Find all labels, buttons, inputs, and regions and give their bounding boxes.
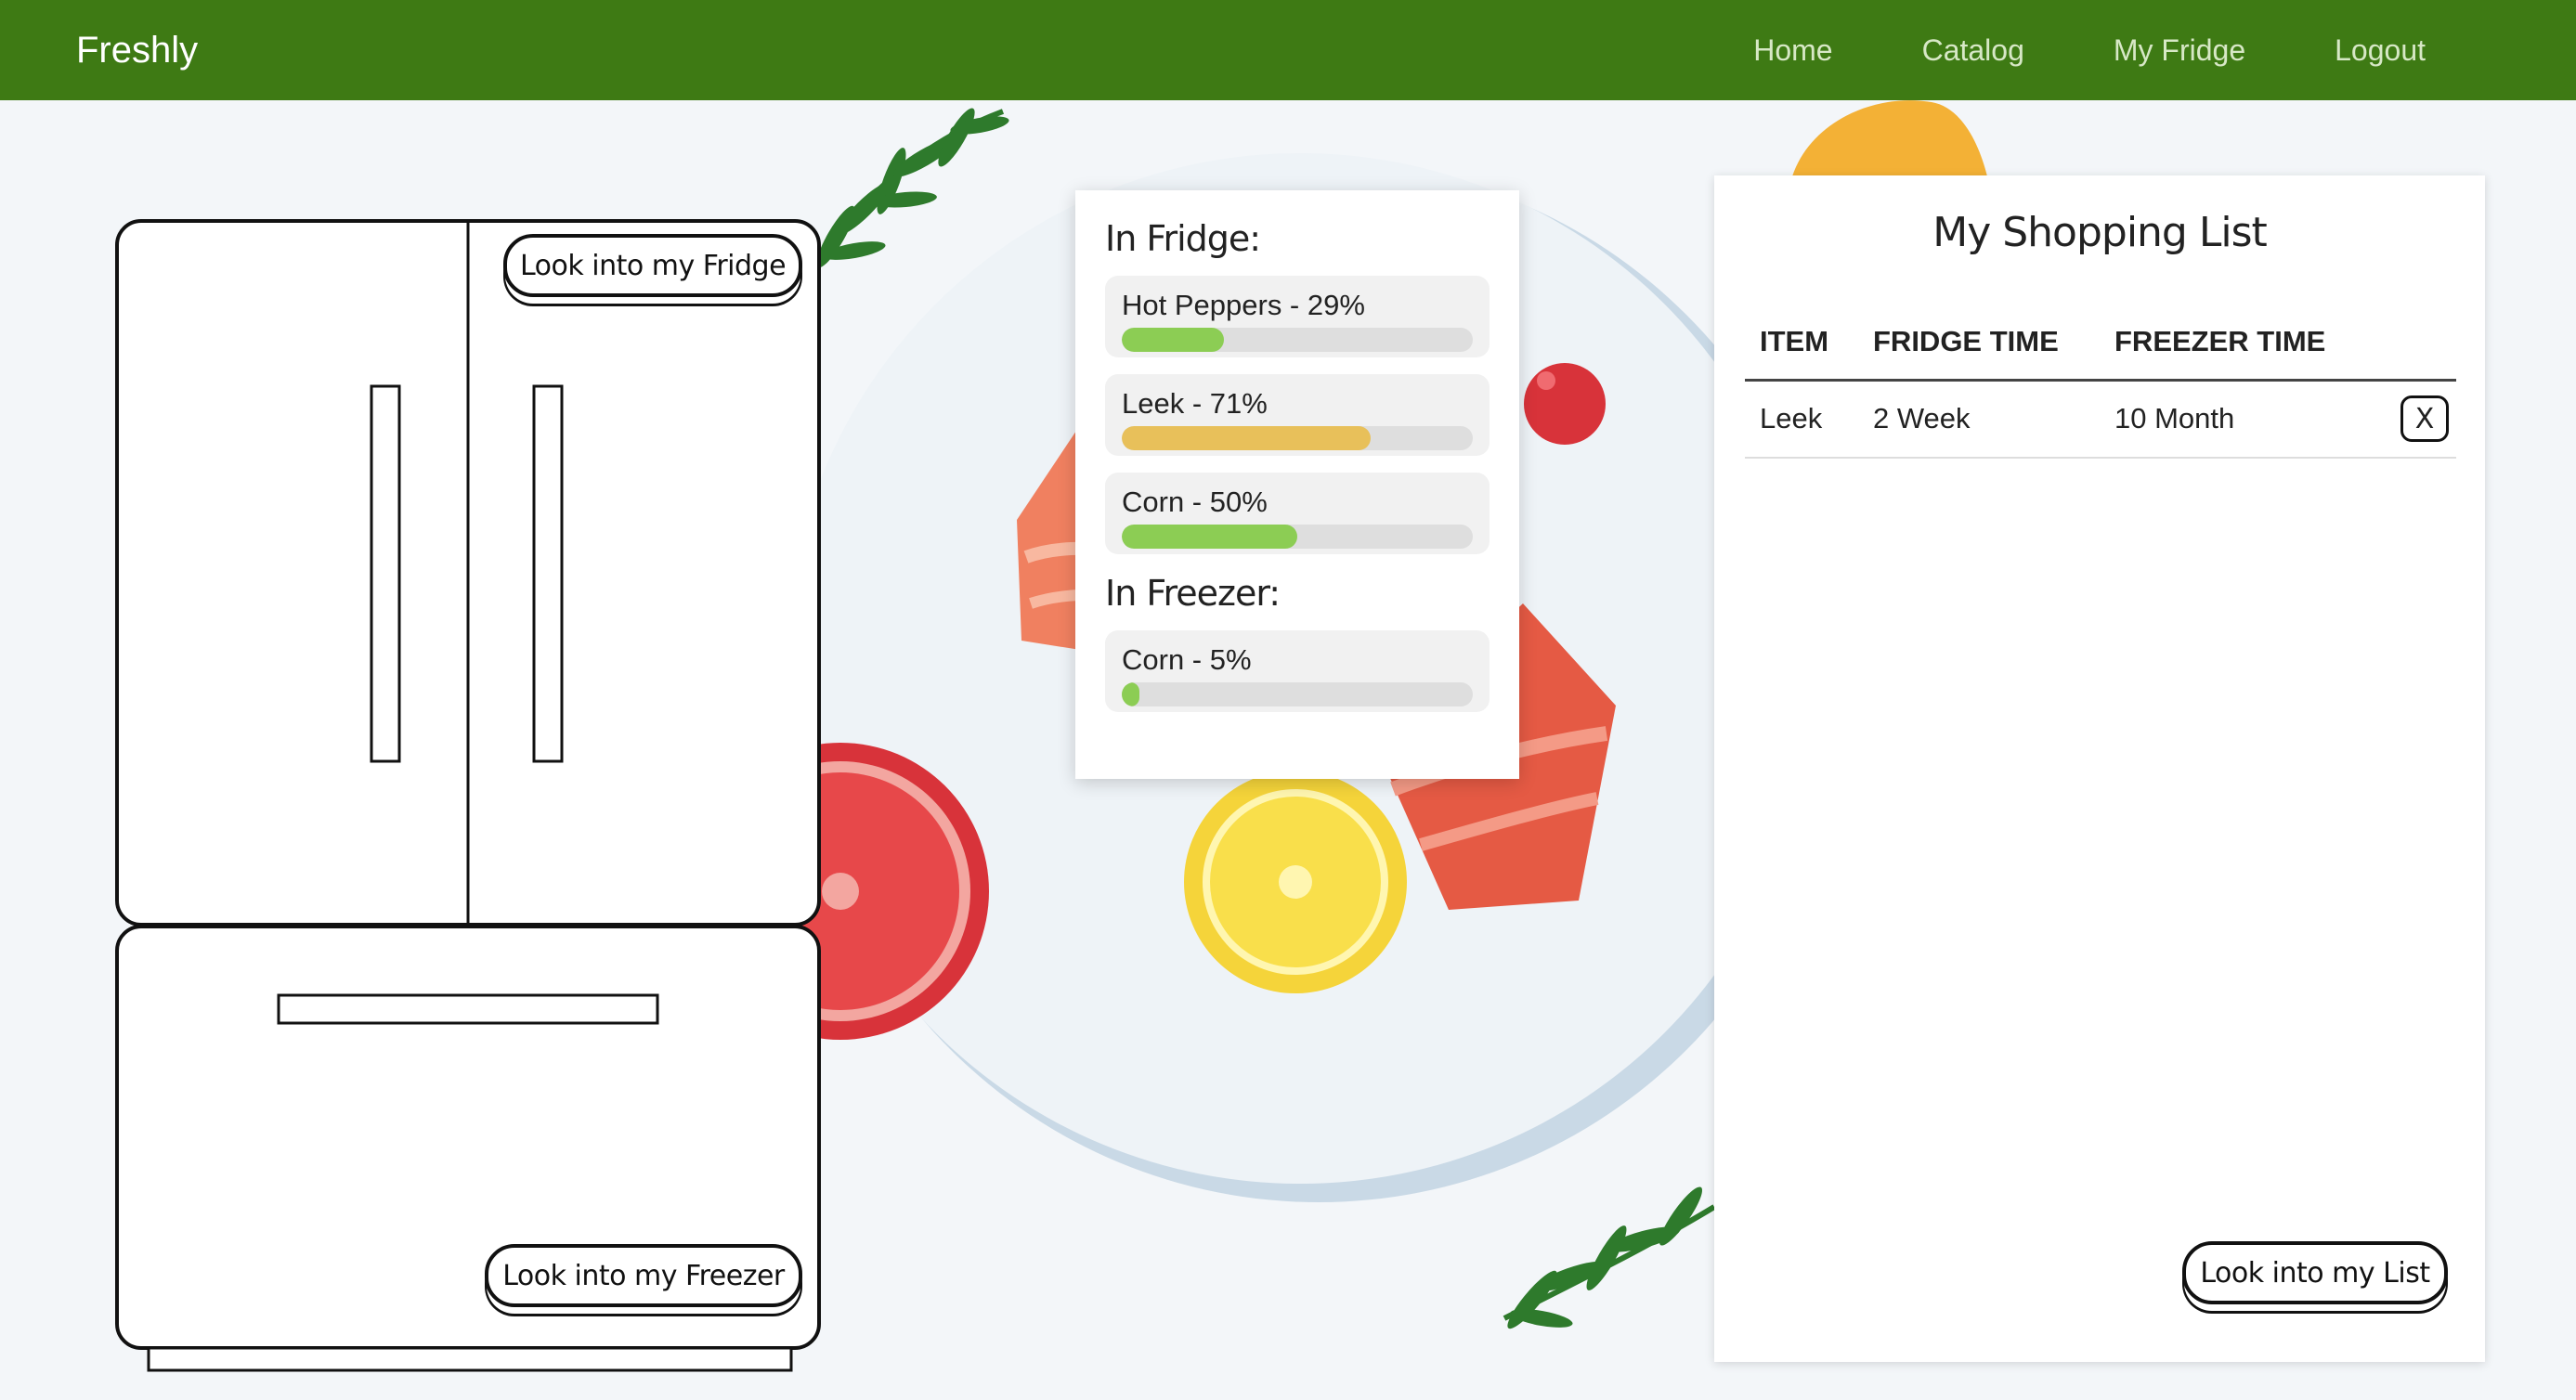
progress-bar-fill (1122, 525, 1297, 549)
column-header-remove (2367, 305, 2456, 382)
fridge-base (147, 1346, 793, 1372)
rosemary-top (814, 108, 1009, 268)
shopping-list-table: ITEM FRIDGE TIME FREEZER TIME Leek 2 Week… (1745, 305, 2456, 459)
stock-item-label: Hot Peppers - 29% (1122, 289, 1365, 321)
column-header-fridge-time: FRIDGE TIME (1858, 305, 2100, 382)
progress-bar-fill (1122, 426, 1372, 450)
fridge-handle-left (370, 384, 401, 763)
nav-catalog-link[interactable]: Catalog (1922, 33, 2024, 68)
fridge-stock-item: Corn - 50% (1105, 473, 1490, 554)
progress-bar-track (1122, 426, 1473, 450)
nav-home-link[interactable]: Home (1753, 33, 1832, 68)
table-header-row: ITEM FRIDGE TIME FREEZER TIME (1745, 305, 2456, 382)
remove-item-button[interactable]: X (2400, 395, 2449, 443)
nav-logout-link[interactable]: Logout (2335, 33, 2426, 68)
table-row: Leek 2 Week 10 Month X (1745, 380, 2456, 459)
look-into-list-button[interactable]: Look into my List (2182, 1241, 2448, 1304)
fridge-handle-right (532, 384, 564, 763)
progress-bar-track (1122, 328, 1473, 352)
column-header-item: ITEM (1745, 305, 1858, 382)
row-action-cell: X (2367, 380, 2456, 459)
orange-slice-top (1792, 100, 1987, 176)
in-fridge-title: In Fridge: (1105, 218, 1261, 259)
progress-bar-track (1122, 525, 1473, 549)
stock-item-label: Corn - 5% (1122, 643, 1252, 676)
look-into-fridge-button[interactable]: Look into my Fridge (503, 234, 802, 297)
lemon-slice (1184, 771, 1407, 993)
rosemary-bottom (1503, 1186, 1716, 1329)
fridge-stock-item: Leek - 71% (1105, 374, 1490, 456)
stock-item-label: Leek - 71% (1122, 387, 1268, 420)
shopping-list-title: My Shopping List (1932, 209, 2268, 256)
row-freezer-time-cell: 10 Month (2100, 380, 2367, 459)
fridge-illustration: Look into my Fridge Look into my Freezer (111, 215, 826, 1376)
navbar: Freshly Home Catalog My Fridge Logout (0, 0, 2576, 100)
freezer-handle (277, 993, 659, 1025)
stock-item-label: Corn - 50% (1122, 486, 1268, 518)
progress-bar-fill (1122, 328, 1224, 352)
in-freezer-title: In Freezer: (1105, 573, 1281, 614)
row-item-cell: Leek (1745, 380, 1858, 459)
progress-bar-track (1122, 682, 1473, 706)
shopping-list-panel: My Shopping List ITEM FRIDGE TIME FREEZE… (1714, 175, 2485, 1362)
stock-levels-card: In Fridge: Hot Peppers - 29% Leek - 71% Co… (1075, 190, 1519, 779)
brand-logo[interactable]: Freshly (76, 30, 198, 71)
cherry-tomato (1524, 363, 1606, 445)
fridge-sketch (115, 219, 821, 1372)
freezer-stock-item: Corn - 5% (1105, 630, 1490, 712)
column-header-freezer-time: FREEZER TIME (2100, 305, 2367, 382)
progress-bar-fill (1122, 682, 1139, 706)
fridge-stock-item: Hot Peppers - 29% (1105, 276, 1490, 357)
nav-my-fridge-link[interactable]: My Fridge (2114, 33, 2245, 68)
look-into-freezer-button[interactable]: Look into my Freezer (485, 1244, 802, 1307)
row-fridge-time-cell: 2 Week (1858, 380, 2100, 459)
nav-links: Home Catalog My Fridge Logout (1753, 33, 2426, 68)
